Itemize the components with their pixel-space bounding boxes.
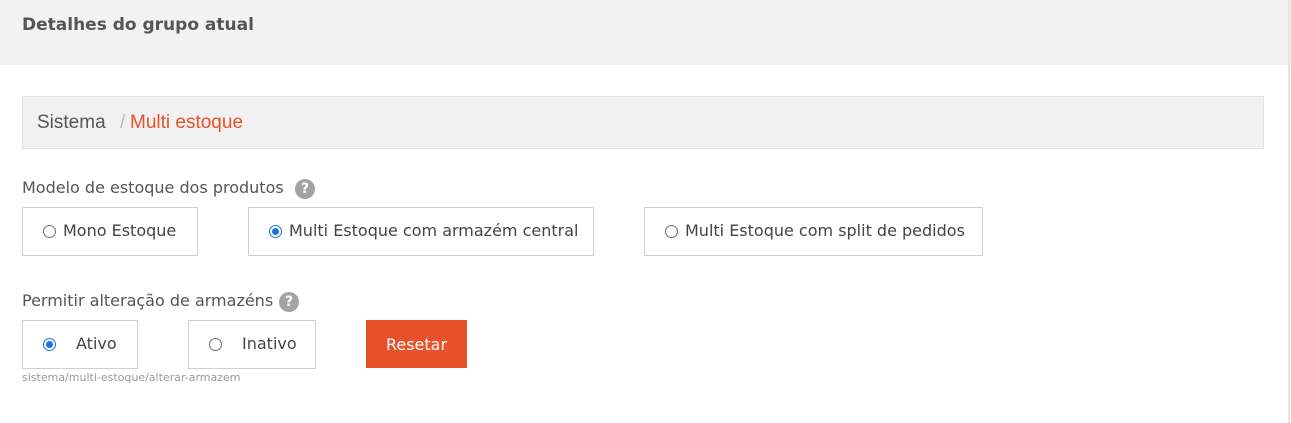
radio-inativo[interactable]: Inativo (188, 320, 316, 369)
radio-label: Multi Estoque com split de pedidos (685, 221, 965, 240)
radio-button[interactable] (209, 338, 222, 351)
breadcrumb-separator: / (120, 112, 126, 133)
radio-button-checked[interactable] (269, 225, 282, 238)
help-icon[interactable]: ? (279, 292, 299, 312)
breadcrumb: Sistema / Multi estoque (22, 96, 1264, 149)
radio-label: Inativo (242, 334, 297, 353)
radio-button[interactable] (43, 225, 56, 238)
breadcrumb-current: Multi estoque (130, 112, 244, 133)
panel-title: Detalhes do grupo atual (22, 15, 254, 35)
radio-multi-estoque-split-pedidos[interactable]: Multi Estoque com split de pedidos (644, 207, 983, 256)
breadcrumb-root[interactable]: Sistema (37, 112, 106, 134)
panel-header: Detalhes do grupo atual (0, 0, 1291, 65)
reset-button[interactable]: Resetar (366, 320, 467, 368)
panel-right-border (1288, 0, 1290, 423)
radio-ativo[interactable]: Ativo (22, 320, 138, 369)
config-path-hint: sistema/multi-estoque/alterar-armazem (22, 371, 241, 384)
warehouse-change-label: Permitir alteração de armazéns (22, 291, 274, 310)
radio-label: Ativo (76, 334, 117, 353)
radio-multi-estoque-armazem-central[interactable]: Multi Estoque com armazém central (248, 207, 594, 256)
stock-model-label: Modelo de estoque dos produtos (22, 178, 284, 197)
radio-label: Mono Estoque (63, 221, 177, 240)
radio-button[interactable] (665, 225, 678, 238)
radio-mono-estoque[interactable]: Mono Estoque (22, 207, 198, 256)
help-icon[interactable]: ? (295, 179, 315, 199)
radio-button-checked[interactable] (43, 338, 56, 351)
radio-label: Multi Estoque com armazém central (289, 221, 579, 240)
